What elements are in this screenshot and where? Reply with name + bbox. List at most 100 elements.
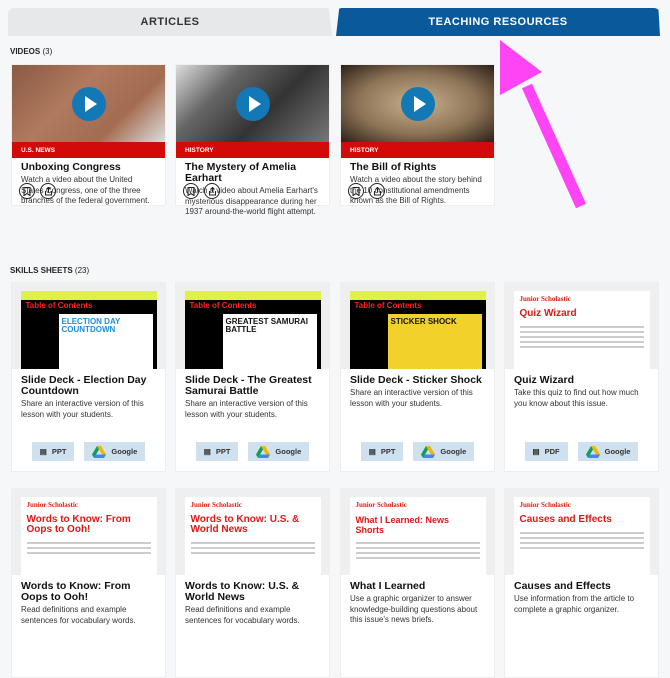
document-icon: ▤ <box>39 447 47 456</box>
video-thumbnail[interactable] <box>176 65 329 142</box>
bookmark-icon[interactable] <box>183 183 199 199</box>
card-title[interactable]: Causes and Effects <box>505 575 658 592</box>
thumb-brand: Junior Scholastic <box>519 501 571 509</box>
ppt-download-button[interactable]: ▤ PPT <box>195 442 239 461</box>
videos-section-label: VIDEOS (3) <box>10 47 52 56</box>
button-label: PPT <box>380 447 396 456</box>
sheet-thumbnail[interactable]: Junior Scholastic What I Learned: News S… <box>349 497 486 575</box>
skills-count: (23) <box>74 266 90 275</box>
skills-section-label: SKILLS SHEETS (23) <box>10 266 89 275</box>
ppt-download-button[interactable]: ▤ PPT <box>360 442 404 461</box>
ppt-download-button[interactable]: ▤ PPT <box>31 442 75 461</box>
thumb-headline: GREATEST SAMURAI BATTLE <box>225 317 309 334</box>
card-title[interactable]: Words to Know: From Oops to Ooh! <box>12 575 165 603</box>
card-description: Read definitions and example sentences f… <box>185 605 300 625</box>
google-drive-button[interactable]: Google <box>84 442 146 461</box>
sheet-thumbnail[interactable]: Junior Scholastic Quiz Wizard <box>513 291 650 369</box>
video-card[interactable]: U.S. NEWS Unboxing Congress Watch a vide… <box>11 64 166 206</box>
skill-sheet-card[interactable]: Junior Scholastic What I Learned: News S… <box>340 488 495 678</box>
sheet-thumbnail[interactable]: Junior Scholastic Causes and Effects <box>513 497 650 575</box>
sheet-thumbnail[interactable]: Table of Contents STICKER SHOCK <box>349 291 486 369</box>
video-thumbnail[interactable] <box>341 65 494 142</box>
video-card[interactable]: HISTORY The Mystery of Amelia Earhart Wa… <box>175 64 330 216</box>
bookmark-icon[interactable] <box>19 183 35 199</box>
button-label: PPT <box>51 447 67 456</box>
sheet-thumbnail[interactable]: Junior Scholastic Words to Know: From Oo… <box>20 497 157 575</box>
card-title[interactable]: Unboxing Congress <box>12 158 165 173</box>
google-drive-icon <box>421 445 436 458</box>
share-icon[interactable] <box>40 183 56 199</box>
tab-teaching-resources[interactable]: TEACHING RESOURCES <box>336 8 660 36</box>
card-title[interactable]: The Mystery of Amelia Earhart <box>176 158 329 184</box>
card-title[interactable]: Slide Deck - Election Day Countdown <box>12 369 165 397</box>
document-icon: ▤ <box>368 447 376 456</box>
card-description: Take this quiz to find out how much you … <box>514 388 639 408</box>
card-description: Share an interactive version of this les… <box>21 399 144 419</box>
play-icon[interactable] <box>235 86 270 121</box>
card-title[interactable]: What I Learned <box>341 575 494 592</box>
thumb-title: Table of Contents <box>189 301 257 310</box>
resource-tabs: ARTICLES TEACHING RESOURCES <box>8 8 660 36</box>
document-icon: ▤ <box>203 447 211 456</box>
skill-sheet-card[interactable]: Junior Scholastic Words to Know: U.S. & … <box>175 488 330 678</box>
videos-count: (3) <box>42 47 53 56</box>
thumb-title: Words to Know: From Oops to Ooh! <box>26 514 131 535</box>
skill-sheet-card[interactable]: Table of Contents GREATEST SAMURAI BATTL… <box>175 282 330 472</box>
card-title[interactable]: Slide Deck - The Greatest Samurai Battle <box>176 369 329 397</box>
sheet-thumbnail[interactable]: Junior Scholastic Words to Know: U.S. & … <box>184 497 321 575</box>
video-card[interactable]: HISTORY The Bill of Rights Watch a video… <box>340 64 495 206</box>
thumb-title: Words to Know: U.S. & World News <box>190 514 300 535</box>
button-label: Google <box>604 447 631 456</box>
document-icon: ▤ <box>532 447 540 456</box>
card-title[interactable]: Words to Know: U.S. & World News <box>176 575 329 603</box>
button-label: Google <box>111 447 138 456</box>
skill-sheet-card[interactable]: Junior Scholastic Words to Know: From Oo… <box>11 488 166 678</box>
thumb-headline: STICKER SHOCK <box>390 317 457 326</box>
tab-articles[interactable]: ARTICLES <box>8 8 332 36</box>
button-label: Google <box>275 447 302 456</box>
thumb-brand: Junior Scholastic <box>355 501 407 509</box>
thumb-title: Quiz Wizard <box>519 308 577 319</box>
card-description: Share an interactive version of this les… <box>185 399 308 419</box>
button-label: Google <box>440 447 467 456</box>
thumb-brand: Junior Scholastic <box>190 501 242 509</box>
google-drive-button[interactable]: Google <box>248 442 310 461</box>
google-drive-button[interactable]: Google <box>577 442 639 461</box>
thumb-brand: Junior Scholastic <box>26 501 78 509</box>
skills-label: SKILLS SHEETS <box>10 266 73 275</box>
video-thumbnail[interactable] <box>12 65 165 142</box>
card-title[interactable]: The Bill of Rights <box>341 158 494 173</box>
pdf-download-button[interactable]: ▤ PDF <box>524 442 568 461</box>
google-drive-icon <box>92 445 107 458</box>
card-description: Use information from the article to comp… <box>514 594 635 614</box>
google-drive-icon <box>585 445 600 458</box>
card-title[interactable]: Quiz Wizard <box>505 369 658 386</box>
play-icon[interactable] <box>400 86 435 121</box>
google-drive-icon <box>256 445 271 458</box>
skill-sheet-card[interactable]: Junior Scholastic Quiz Wizard Quiz Wizar… <box>504 282 659 472</box>
thumb-title: Causes and Effects <box>519 514 612 525</box>
videos-label: VIDEOS <box>10 47 41 56</box>
thumb-headline: ELECTION DAY COUNTDOWN <box>61 317 121 334</box>
button-label: PPT <box>215 447 231 456</box>
google-drive-button[interactable]: Google <box>413 442 475 461</box>
category-tag: U.S. NEWS <box>12 142 165 158</box>
bookmark-icon[interactable] <box>348 183 364 199</box>
sheet-thumbnail[interactable]: Table of Contents ELECTION DAY COUNTDOWN <box>20 291 157 369</box>
skill-sheet-card[interactable]: Table of Contents STICKER SHOCK Slide De… <box>340 282 495 472</box>
thumb-title: Table of Contents <box>25 301 93 310</box>
category-tag: HISTORY <box>341 142 494 158</box>
thumb-title: What I Learned: News Shorts <box>355 515 450 535</box>
card-title[interactable]: Slide Deck - Sticker Shock <box>341 369 494 386</box>
share-icon[interactable] <box>369 183 385 199</box>
skill-sheet-card[interactable]: Table of Contents ELECTION DAY COUNTDOWN… <box>11 282 166 472</box>
sheet-thumbnail[interactable]: Table of Contents GREATEST SAMURAI BATTL… <box>184 291 321 369</box>
annotation-arrow-icon <box>500 40 587 209</box>
play-icon[interactable] <box>71 86 106 121</box>
card-description: Use a graphic organizer to answer knowle… <box>350 594 478 624</box>
skill-sheet-card[interactable]: Junior Scholastic Causes and Effects Cau… <box>504 488 659 678</box>
share-icon[interactable] <box>204 183 220 199</box>
button-label: PDF <box>544 447 560 456</box>
category-tag: HISTORY <box>176 142 329 158</box>
thumb-title: Table of Contents <box>354 301 422 310</box>
